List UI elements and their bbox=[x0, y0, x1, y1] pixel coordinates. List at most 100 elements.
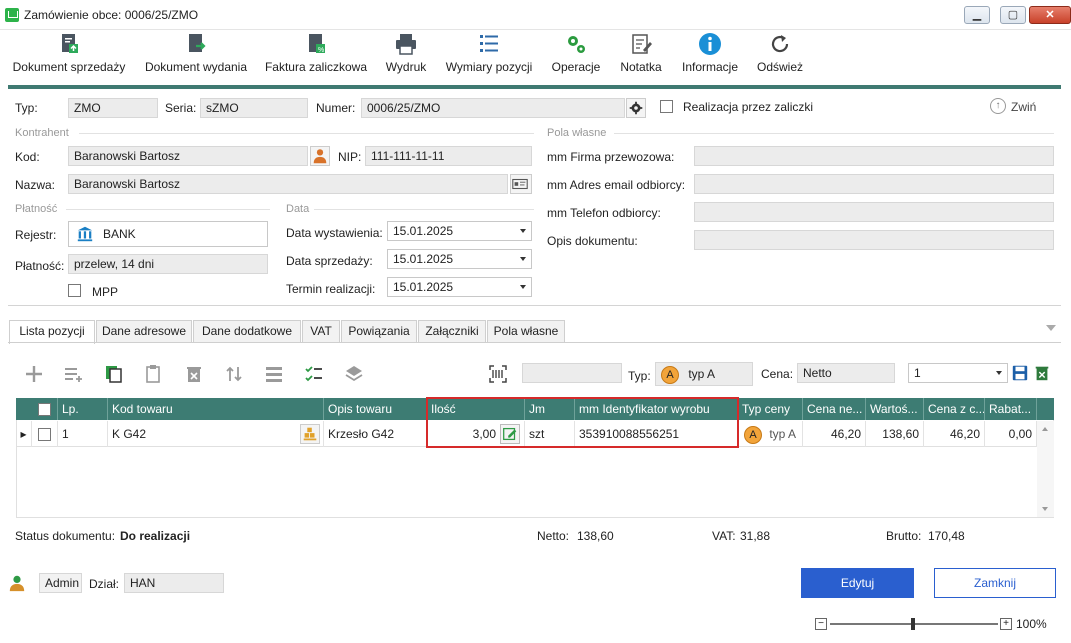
seria-field[interactable]: sZMO bbox=[200, 98, 308, 118]
operacje-button[interactable]: Operacje bbox=[548, 30, 604, 80]
select-all-checkbox[interactable] bbox=[38, 403, 51, 417]
zwin-label[interactable]: Zwiń bbox=[1011, 100, 1036, 114]
numer-field[interactable]: 0006/25/ZMO bbox=[361, 98, 625, 118]
delete-icon[interactable] bbox=[184, 364, 204, 384]
dzial-label: Dział: bbox=[89, 577, 120, 591]
barcode-input[interactable] bbox=[522, 363, 622, 383]
adres-email-field[interactable] bbox=[694, 174, 1054, 194]
column-header-rabat[interactable]: Rabat... bbox=[985, 398, 1037, 420]
cell-opis[interactable]: Krzesło G42 bbox=[324, 421, 427, 447]
checklist-icon[interactable] bbox=[304, 364, 324, 384]
cell-kod[interactable]: K G42 bbox=[108, 421, 324, 447]
select-all-header[interactable] bbox=[32, 398, 58, 420]
nip-label: NIP: bbox=[338, 150, 362, 164]
firma-przewozowa-field[interactable] bbox=[694, 146, 1054, 166]
tabs-overflow-icon[interactable] bbox=[1046, 325, 1056, 331]
invoice-advance-icon: % bbox=[309, 34, 325, 54]
barcode-scanner-icon[interactable] bbox=[488, 364, 508, 384]
paste-icon[interactable] bbox=[143, 364, 163, 384]
wymiary-pozycji-button[interactable]: Wymiary pozycji bbox=[442, 30, 536, 80]
wydruk-button[interactable]: Wydruk bbox=[380, 30, 432, 80]
add-list-icon[interactable] bbox=[63, 364, 83, 384]
toolbar-label: Wymiary pozycji bbox=[445, 60, 533, 74]
tab-vat[interactable]: VAT bbox=[302, 320, 340, 343]
column-header-cena-z-c[interactable]: Cena z c... bbox=[924, 398, 985, 420]
cell-cena-z-c[interactable]: 46,20 bbox=[924, 421, 985, 447]
zoom-out-button[interactable]: − bbox=[815, 618, 827, 630]
row-checkbox[interactable] bbox=[38, 428, 51, 442]
data-sprzedazy-select[interactable]: 15.01.2025 bbox=[387, 249, 532, 269]
section-divider bbox=[314, 209, 534, 210]
cell-wartosc[interactable]: 138,60 bbox=[866, 421, 924, 447]
product-picker-button[interactable] bbox=[300, 424, 320, 444]
delete-saved-icon[interactable] bbox=[1033, 364, 1051, 382]
tab-lista-pozycji[interactable]: Lista pozycji bbox=[9, 320, 95, 344]
termin-realizacji-select[interactable]: 15.01.2025 bbox=[387, 277, 532, 297]
zamknij-button[interactable]: Zamknij bbox=[934, 568, 1056, 598]
tab-dane-adresowe[interactable]: Dane adresowe bbox=[96, 320, 192, 343]
seria-label: Seria: bbox=[165, 101, 197, 115]
nip-field[interactable]: 111-111-11-11 bbox=[365, 146, 532, 166]
dzial-field[interactable]: HAN bbox=[124, 573, 224, 593]
cena-select[interactable]: Netto bbox=[797, 363, 895, 383]
faktura-zaliczkowa-button[interactable]: % Faktura zaliczkowa bbox=[262, 30, 370, 80]
save-icon[interactable] bbox=[1011, 364, 1029, 382]
edytuj-button[interactable]: Edytuj bbox=[801, 568, 914, 598]
scroll-up-icon[interactable] bbox=[1042, 427, 1048, 431]
dokument-wydania-button[interactable]: Dokument wydania bbox=[140, 30, 252, 80]
status-label: Status dokumentu: bbox=[15, 529, 116, 543]
row-select-cell[interactable] bbox=[32, 421, 58, 447]
rejestr-field[interactable]: BANK bbox=[68, 221, 268, 247]
mpp-checkbox[interactable] bbox=[68, 284, 81, 297]
zoom-level: 100% bbox=[1016, 617, 1047, 631]
add-icon[interactable] bbox=[24, 364, 44, 384]
typ-field[interactable]: ZMO bbox=[68, 98, 158, 118]
table-scrollbar[interactable] bbox=[1037, 421, 1054, 517]
column-header-typ-ceny[interactable]: Typ ceny bbox=[738, 398, 803, 420]
typ-ceny-select[interactable]: A typ A bbox=[655, 362, 753, 386]
close-button[interactable]: ✕ bbox=[1029, 6, 1071, 24]
maximize-button[interactable]: ▢ bbox=[1000, 6, 1026, 24]
quantity-select[interactable]: 1 bbox=[908, 363, 1008, 383]
informacje-button[interactable]: Informacje bbox=[678, 30, 742, 80]
column-header-wartosc[interactable]: Wartoś... bbox=[866, 398, 924, 420]
copy-icon[interactable] bbox=[104, 364, 124, 384]
sort-icon[interactable] bbox=[224, 364, 244, 384]
column-header-cena-netto[interactable]: Cena ne... bbox=[803, 398, 866, 420]
column-header-opis[interactable]: Opis towaru bbox=[324, 398, 427, 420]
opis-dokumentu-field[interactable] bbox=[694, 230, 1054, 250]
tab-zalaczniki[interactable]: Załączniki bbox=[418, 320, 486, 343]
notatka-button[interactable]: Notatka bbox=[614, 30, 668, 80]
numer-settings-button[interactable] bbox=[626, 98, 646, 118]
cell-typ-ceny[interactable]: A typ A bbox=[738, 421, 803, 447]
odswiez-button[interactable]: Odśwież bbox=[752, 30, 808, 80]
tab-pola-wlasne[interactable]: Pola własne bbox=[487, 320, 565, 343]
address-card-button[interactable] bbox=[510, 174, 532, 194]
data-wystawienia-select[interactable]: 15.01.2025 bbox=[387, 221, 532, 241]
kod-field[interactable]: Baranowski Bartosz bbox=[68, 146, 308, 166]
rows-icon[interactable] bbox=[264, 364, 284, 384]
dokument-sprzedazy-button[interactable]: Dokument sprzedaży bbox=[10, 30, 128, 80]
zoom-in-button[interactable]: + bbox=[1000, 618, 1012, 630]
form-divider bbox=[8, 305, 1061, 306]
cell-cena-netto[interactable]: 46,20 bbox=[803, 421, 866, 447]
kontrahent-picker-button[interactable] bbox=[310, 146, 330, 166]
column-header-lp[interactable]: Lp. bbox=[58, 398, 108, 420]
toolbar-label: Informacje bbox=[681, 60, 739, 74]
minimize-button[interactable]: ▁ bbox=[964, 6, 990, 24]
realizacja-zaliczki-checkbox[interactable] bbox=[660, 100, 673, 113]
platnosc-field[interactable]: przelew, 14 dni bbox=[68, 254, 268, 274]
column-header-kod[interactable]: Kod towaru bbox=[108, 398, 324, 420]
vat-label: VAT: bbox=[712, 529, 736, 543]
scroll-down-icon[interactable] bbox=[1042, 507, 1048, 511]
zoom-slider-thumb[interactable] bbox=[911, 618, 915, 630]
collapse-up-icon[interactable]: ↑ bbox=[990, 98, 1006, 114]
nazwa-field[interactable]: Baranowski Bartosz bbox=[68, 174, 508, 194]
telefon-field[interactable] bbox=[694, 202, 1054, 222]
chevron-down-icon bbox=[520, 257, 526, 261]
cell-lp[interactable]: 1 bbox=[58, 421, 108, 447]
layers-icon[interactable] bbox=[344, 364, 364, 384]
cell-rabat[interactable]: 0,00 bbox=[985, 421, 1037, 447]
tab-powiazania[interactable]: Powiązania bbox=[341, 320, 417, 343]
tab-dane-dodatkowe[interactable]: Dane dodatkowe bbox=[193, 320, 301, 343]
